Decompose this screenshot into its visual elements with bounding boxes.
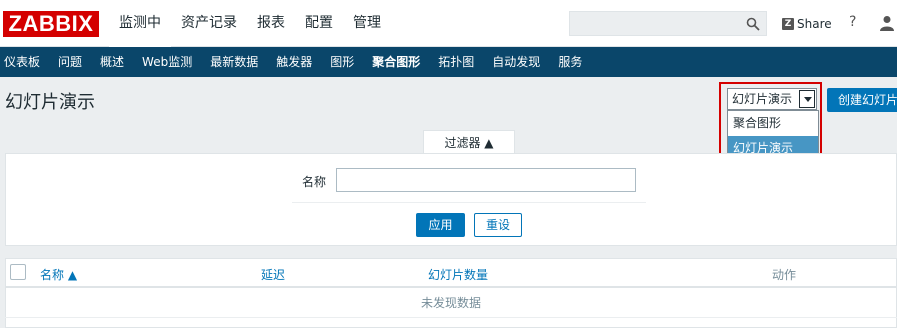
- column-slides-count-header[interactable]: 幻灯片数量: [428, 266, 488, 283]
- submenu-screens[interactable]: 聚合图形: [363, 47, 429, 77]
- column-delay-header[interactable]: 延迟: [261, 266, 285, 283]
- submenu-graphs[interactable]: 图形: [321, 47, 363, 77]
- view-option-screens[interactable]: 聚合图形: [728, 111, 818, 136]
- menu-monitoring[interactable]: 监测中: [109, 0, 171, 47]
- help-icon[interactable]: ?: [849, 14, 856, 30]
- select-all-checkbox[interactable]: [10, 264, 26, 280]
- search-icon[interactable]: [746, 17, 760, 31]
- reset-button[interactable]: 重设: [474, 213, 522, 237]
- empty-table-message: 未发现数据: [5, 288, 897, 318]
- submenu-latest-data[interactable]: 最新数据: [201, 47, 267, 77]
- column-actions-header: 动作: [772, 268, 797, 282]
- menu-inventory[interactable]: 资产记录: [171, 0, 247, 47]
- filter-name-label: 名称: [302, 175, 327, 189]
- top-header: ZABBIX 监测中 资产记录 报表 配置 管理 Z Share ?: [0, 0, 897, 47]
- filter-tab[interactable]: 过滤器 ▲: [423, 130, 515, 154]
- user-profile-icon[interactable]: [880, 15, 894, 31]
- filter-divider: [292, 202, 646, 203]
- view-select-value: 幻灯片演示: [732, 92, 793, 106]
- submenu-dashboard[interactable]: 仪表板: [0, 47, 49, 77]
- menu-configuration[interactable]: 配置: [295, 0, 343, 47]
- submenu-services[interactable]: 服务: [549, 47, 591, 77]
- apply-button[interactable]: 应用: [416, 213, 465, 237]
- page-title: 幻灯片演示: [5, 92, 95, 113]
- submenu-web[interactable]: Web监测: [133, 47, 201, 77]
- share-label: Share: [797, 17, 832, 31]
- submenu-discovery[interactable]: 自动发现: [483, 47, 549, 77]
- view-select[interactable]: 幻灯片演示: [727, 88, 817, 110]
- global-search-input[interactable]: [569, 11, 767, 36]
- zabbix-logo[interactable]: ZABBIX: [3, 11, 99, 37]
- menu-administration[interactable]: 管理: [343, 0, 391, 47]
- submenu-problems[interactable]: 问题: [49, 47, 91, 77]
- submenu-triggers[interactable]: 触发器: [267, 47, 321, 77]
- main-menu: 监测中 资产记录 报表 配置 管理: [109, 0, 391, 47]
- create-slideshow-button[interactable]: 创建幻灯片: [827, 88, 897, 112]
- column-name-header[interactable]: 名称 ▲: [40, 266, 77, 283]
- submenu-overview[interactable]: 概述: [91, 47, 133, 77]
- chevron-down-icon[interactable]: [799, 90, 815, 108]
- share-icon: Z: [782, 18, 794, 30]
- submenu-maps[interactable]: 拓扑图: [429, 47, 483, 77]
- menu-reports[interactable]: 报表: [247, 0, 295, 47]
- filter-name-input[interactable]: [336, 168, 636, 192]
- sub-menu: 仪表板 问题 概述 Web监测 最新数据 触发器 图形 聚合图形 拓扑图 自动发…: [0, 47, 897, 77]
- share-link[interactable]: Z Share: [782, 16, 832, 32]
